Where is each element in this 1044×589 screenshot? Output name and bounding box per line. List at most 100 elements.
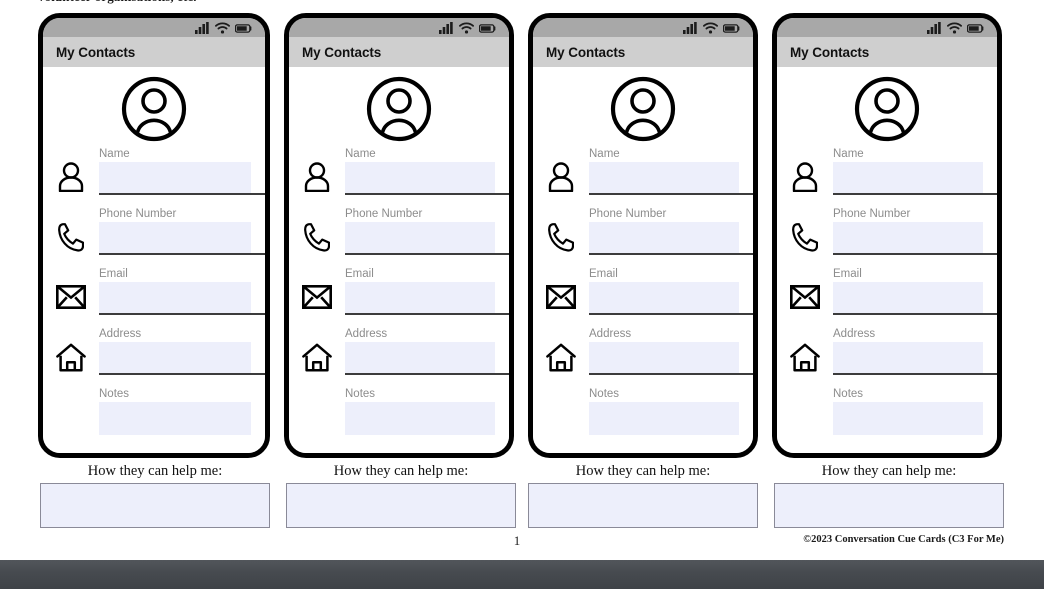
help-section: How they can help me:	[528, 463, 758, 528]
contact-fields: Name Phone Number Email Address Notes	[289, 147, 509, 447]
help-section: How they can help me:	[774, 463, 1004, 528]
field-input[interactable]	[833, 402, 983, 435]
person-icon-cell	[533, 147, 589, 207]
field-main: Email	[833, 267, 997, 315]
help-label: How they can help me:	[821, 463, 957, 479]
field-label: Address	[589, 328, 632, 340]
field-row: Name	[777, 147, 997, 207]
field-input[interactable]	[589, 282, 739, 315]
person-icon	[58, 162, 84, 192]
field-input[interactable]	[345, 162, 495, 195]
app-title: My Contacts	[546, 44, 626, 60]
contact-card: My Contacts Name Phone Number Email Address N…	[772, 13, 1002, 458]
field-input[interactable]	[99, 222, 251, 255]
avatar-person-icon	[610, 76, 676, 142]
field-row: Name	[533, 147, 753, 207]
page-number-value: 1	[513, 533, 521, 548]
field-row: Notes	[289, 387, 509, 447]
field-main: Notes	[99, 387, 265, 435]
field-divider	[833, 313, 997, 315]
field-main: Address	[345, 327, 509, 375]
field-label: Email	[833, 268, 862, 280]
field-row: Notes	[43, 387, 265, 447]
field-input[interactable]	[833, 222, 983, 255]
field-icon-placeholder	[533, 387, 589, 447]
field-label: Phone Number	[345, 208, 423, 220]
home-icon	[56, 343, 86, 372]
battery-icon	[235, 23, 252, 33]
phone-icon	[548, 223, 574, 252]
help-section: How they can help me:	[40, 463, 270, 528]
field-main: Notes	[589, 387, 753, 435]
home-icon	[302, 343, 332, 372]
field-row: Notes	[777, 387, 997, 447]
field-input[interactable]	[99, 282, 251, 315]
status-bar	[777, 18, 997, 37]
field-input[interactable]	[99, 402, 251, 435]
field-row: Email	[289, 267, 509, 327]
field-label: Notes	[345, 388, 376, 400]
home-icon-cell	[533, 327, 589, 387]
person-icon-cell	[289, 147, 345, 207]
envelope-icon	[302, 285, 332, 309]
field-input[interactable]	[589, 162, 739, 195]
avatar[interactable]	[43, 67, 265, 147]
field-input[interactable]	[833, 162, 983, 195]
wifi-icon	[215, 21, 230, 34]
home-icon	[546, 343, 576, 372]
copyright-notice: ©2023 Conversation Cue Cards (C3 For Me)	[803, 534, 1004, 545]
field-input[interactable]	[345, 402, 495, 435]
field-input[interactable]	[589, 222, 739, 255]
field-input[interactable]	[345, 222, 495, 255]
status-bar	[289, 18, 509, 37]
field-row: Email	[533, 267, 753, 327]
app-title: My Contacts	[56, 44, 136, 60]
field-input[interactable]	[99, 342, 251, 375]
app-title-bar: My Contacts	[289, 37, 509, 67]
field-input[interactable]	[99, 162, 251, 195]
field-main: Phone Number	[345, 207, 509, 255]
avatar[interactable]	[289, 67, 509, 147]
field-input[interactable]	[589, 402, 739, 435]
field-input[interactable]	[833, 342, 983, 375]
avatar[interactable]	[777, 67, 997, 147]
field-main: Name	[833, 147, 997, 195]
contact-cards-row: My Contacts Name Phone Number Email Address N…	[0, 13, 1044, 458]
field-input[interactable]	[345, 342, 495, 375]
field-divider	[99, 253, 265, 255]
field-divider	[833, 193, 997, 195]
battery-icon	[967, 23, 984, 33]
help-input[interactable]	[286, 483, 516, 528]
field-label: Address	[99, 328, 142, 340]
field-input[interactable]	[345, 282, 495, 315]
card-body: Name Phone Number Email Address Notes	[289, 67, 509, 453]
field-main: Address	[589, 327, 753, 375]
help-input[interactable]	[40, 483, 270, 528]
field-divider	[345, 253, 509, 255]
home-icon-cell	[43, 327, 99, 387]
envelope-icon-cell	[289, 267, 345, 327]
field-label: Address	[833, 328, 876, 340]
viewer-toolbar[interactable]	[0, 560, 1044, 589]
avatar[interactable]	[533, 67, 753, 147]
help-input[interactable]	[774, 483, 1004, 528]
status-bar-icons	[195, 21, 253, 34]
field-input[interactable]	[589, 342, 739, 375]
field-main: Email	[345, 267, 509, 315]
field-label: Notes	[833, 388, 864, 400]
contact-fields: Name Phone Number Email Address Notes	[533, 147, 753, 447]
field-divider	[833, 253, 997, 255]
app-title-bar: My Contacts	[533, 37, 753, 67]
phone-icon-cell	[289, 207, 345, 267]
field-icon-placeholder	[289, 387, 345, 447]
field-divider	[345, 313, 509, 315]
contact-card: My Contacts Name Phone Number Email Address N…	[528, 13, 758, 458]
field-divider	[589, 313, 753, 315]
envelope-icon-cell	[43, 267, 99, 327]
field-divider	[345, 373, 509, 375]
field-divider	[589, 193, 753, 195]
help-input[interactable]	[528, 483, 758, 528]
field-input[interactable]	[833, 282, 983, 315]
envelope-icon	[790, 285, 820, 309]
person-icon-cell	[777, 147, 833, 207]
